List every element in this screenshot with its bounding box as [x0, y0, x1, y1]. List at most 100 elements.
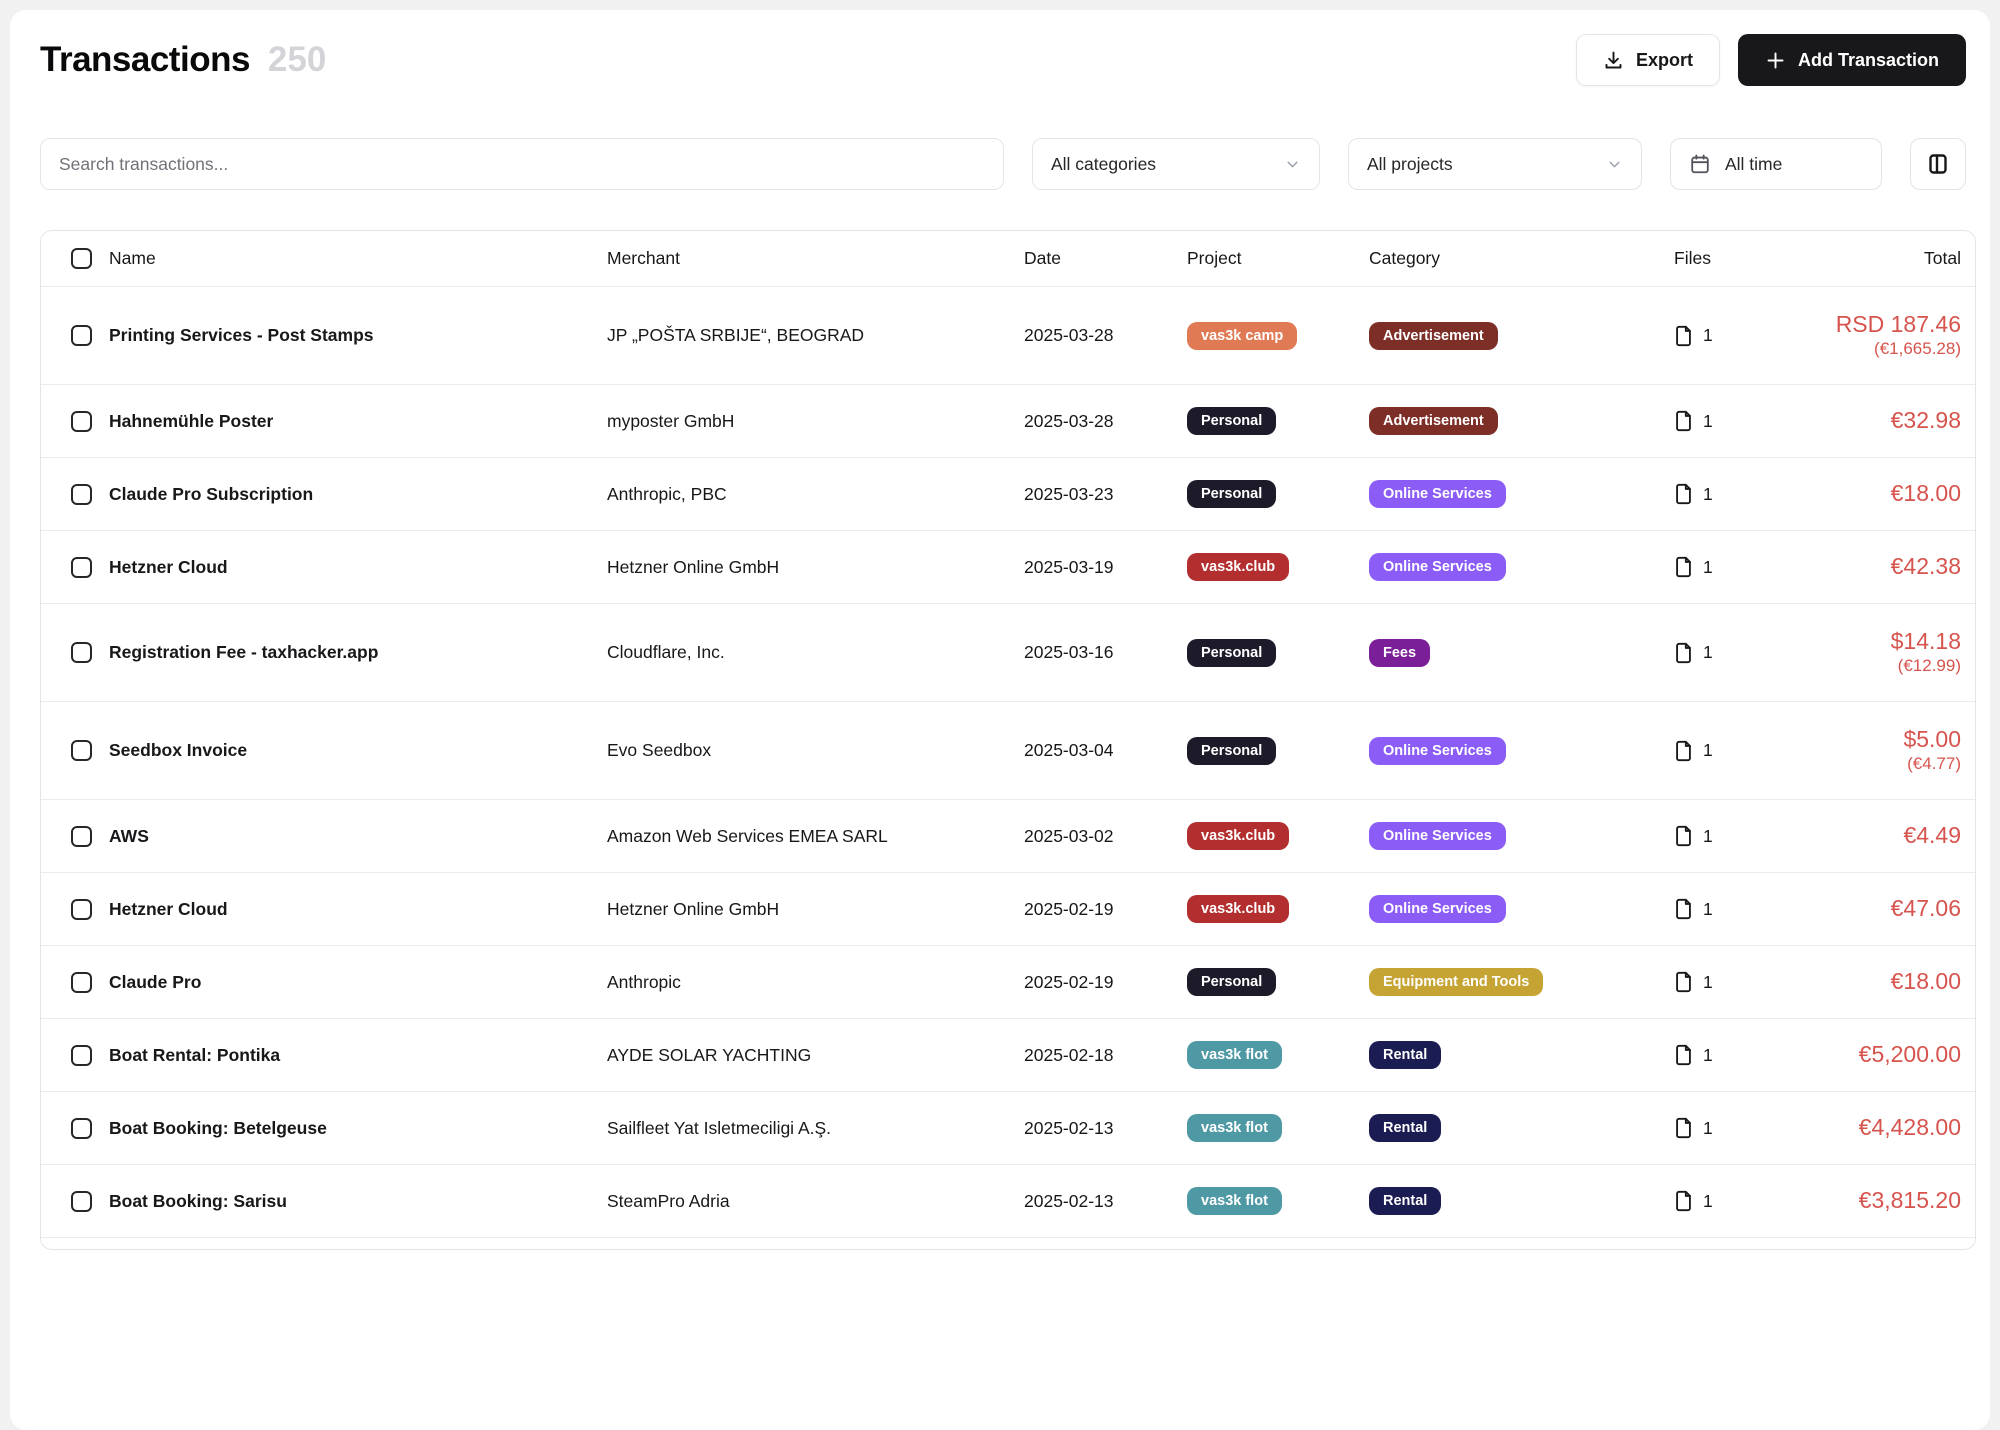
plus-icon	[1765, 50, 1786, 71]
row-checkbox[interactable]	[71, 740, 92, 761]
transaction-date: 2025-02-19	[1024, 899, 1187, 920]
projects-filter[interactable]: All projects	[1348, 138, 1642, 190]
row-checkbox[interactable]	[71, 484, 92, 505]
category-badge[interactable]: Advertisement	[1369, 322, 1498, 350]
total-secondary: (€12.99)	[1898, 655, 1961, 677]
file-icon	[1674, 1190, 1693, 1212]
total-amount: $5.00	[1903, 726, 1961, 754]
category-badge[interactable]: Online Services	[1369, 895, 1506, 923]
transaction-name: Registration Fee - taxhacker.app	[109, 642, 607, 663]
total-amount: €3,815.20	[1859, 1187, 1961, 1215]
transaction-merchant: myposter GmbH	[607, 411, 1024, 432]
category-badge[interactable]: Online Services	[1369, 480, 1506, 508]
table-row[interactable]: Claude Pro Subscription Anthropic, PBC 2…	[41, 457, 1975, 530]
chevron-down-icon	[1606, 156, 1623, 173]
files-count: 1	[1703, 972, 1713, 993]
file-icon	[1674, 556, 1693, 578]
table-row[interactable]: Claude Pro Anthropic 2025-02-19 Personal…	[41, 945, 1975, 1018]
project-badge[interactable]: vas3k.club	[1187, 822, 1289, 850]
files-count: 1	[1703, 642, 1713, 663]
project-badge[interactable]: vas3k camp	[1187, 322, 1297, 350]
row-checkbox[interactable]	[71, 411, 92, 432]
table-row[interactable]: Printing Services - Post Stamps JP „POŠT…	[41, 286, 1975, 384]
transaction-date: 2025-02-18	[1024, 1045, 1187, 1066]
category-badge[interactable]: Equipment and Tools	[1369, 968, 1543, 996]
table-row[interactable]: Seedbox Invoice Evo Seedbox 2025-03-04 P…	[41, 701, 1975, 799]
table-row-partial	[41, 1237, 1975, 1249]
header-merchant: Merchant	[607, 248, 1024, 269]
category-badge[interactable]: Rental	[1369, 1187, 1441, 1215]
files-cell: 1	[1674, 642, 1819, 664]
total-amount: €5,200.00	[1859, 1041, 1961, 1069]
project-badge[interactable]: Personal	[1187, 639, 1276, 667]
header-name: Name	[109, 248, 607, 269]
row-checkbox[interactable]	[71, 1045, 92, 1066]
file-icon	[1674, 325, 1693, 347]
project-badge[interactable]: vas3k.club	[1187, 553, 1289, 581]
project-badge[interactable]: Personal	[1187, 737, 1276, 765]
row-checkbox[interactable]	[71, 642, 92, 663]
header-total: Total	[1819, 248, 1975, 269]
row-checkbox[interactable]	[71, 899, 92, 920]
row-checkbox[interactable]	[71, 1191, 92, 1212]
transaction-date: 2025-02-19	[1024, 972, 1187, 993]
projects-filter-value: All projects	[1367, 154, 1453, 175]
table-row[interactable]: Boat Booking: Betelgeuse Sailfleet Yat I…	[41, 1091, 1975, 1164]
category-badge[interactable]: Rental	[1369, 1041, 1441, 1069]
table-row[interactable]: Hetzner Cloud Hetzner Online GmbH 2025-0…	[41, 872, 1975, 945]
table-row[interactable]: Boat Booking: Sarisu SteamPro Adria 2025…	[41, 1164, 1975, 1237]
file-icon	[1674, 483, 1693, 505]
transaction-merchant: Cloudflare, Inc.	[607, 642, 1024, 663]
files-cell: 1	[1674, 483, 1819, 505]
transactions-count: 250	[268, 40, 326, 80]
transaction-merchant: Evo Seedbox	[607, 740, 1024, 761]
download-icon	[1603, 50, 1624, 71]
categories-filter[interactable]: All categories	[1032, 138, 1320, 190]
category-badge[interactable]: Fees	[1369, 639, 1430, 667]
project-badge[interactable]: vas3k flot	[1187, 1114, 1282, 1142]
transaction-date: 2025-03-28	[1024, 325, 1187, 346]
category-badge[interactable]: Advertisement	[1369, 407, 1498, 435]
project-badge[interactable]: vas3k flot	[1187, 1041, 1282, 1069]
transaction-merchant: Anthropic	[607, 972, 1024, 993]
add-transaction-label: Add Transaction	[1798, 50, 1939, 71]
category-badge[interactable]: Rental	[1369, 1114, 1441, 1142]
file-icon	[1674, 642, 1693, 664]
date-range-value: All time	[1725, 154, 1782, 175]
project-badge[interactable]: Personal	[1187, 480, 1276, 508]
row-checkbox[interactable]	[71, 325, 92, 346]
project-badge[interactable]: vas3k flot	[1187, 1187, 1282, 1215]
files-cell: 1	[1674, 1117, 1819, 1139]
total-amount: €4.49	[1903, 822, 1961, 850]
add-transaction-button[interactable]: Add Transaction	[1738, 34, 1966, 86]
transaction-merchant: Sailfleet Yat Isletmeciligi A.Ş.	[607, 1118, 1024, 1139]
table-row[interactable]: Registration Fee - taxhacker.app Cloudfl…	[41, 603, 1975, 701]
project-badge[interactable]: vas3k.club	[1187, 895, 1289, 923]
files-count: 1	[1703, 1045, 1713, 1066]
total-amount: €47.06	[1891, 895, 1961, 923]
date-range-filter[interactable]: All time	[1670, 138, 1882, 190]
category-badge[interactable]: Online Services	[1369, 737, 1506, 765]
project-badge[interactable]: Personal	[1187, 968, 1276, 996]
table-row[interactable]: AWS Amazon Web Services EMEA SARL 2025-0…	[41, 799, 1975, 872]
total-amount: €18.00	[1891, 968, 1961, 996]
total-secondary: (€4.77)	[1907, 753, 1961, 775]
row-checkbox[interactable]	[71, 1118, 92, 1139]
export-button[interactable]: Export	[1576, 34, 1720, 86]
category-badge[interactable]: Online Services	[1369, 553, 1506, 581]
toggle-columns-button[interactable]	[1910, 138, 1966, 190]
table-row[interactable]: Hahnemühle Poster myposter GmbH 2025-03-…	[41, 384, 1975, 457]
row-checkbox[interactable]	[71, 826, 92, 847]
row-checkbox[interactable]	[71, 972, 92, 993]
table-row[interactable]: Hetzner Cloud Hetzner Online GmbH 2025-0…	[41, 530, 1975, 603]
category-badge[interactable]: Online Services	[1369, 822, 1506, 850]
table-row[interactable]: Boat Rental: Pontika AYDE SOLAR YACHTING…	[41, 1018, 1975, 1091]
files-cell: 1	[1674, 556, 1819, 578]
search-input[interactable]	[40, 138, 1004, 190]
select-all-checkbox[interactable]	[71, 248, 92, 269]
row-checkbox[interactable]	[71, 557, 92, 578]
project-badge[interactable]: Personal	[1187, 407, 1276, 435]
transaction-merchant: JP „POŠTA SRBIJE“, BEOGRAD	[607, 325, 1024, 346]
transaction-date: 2025-03-16	[1024, 642, 1187, 663]
transaction-merchant: Anthropic, PBC	[607, 484, 1024, 505]
